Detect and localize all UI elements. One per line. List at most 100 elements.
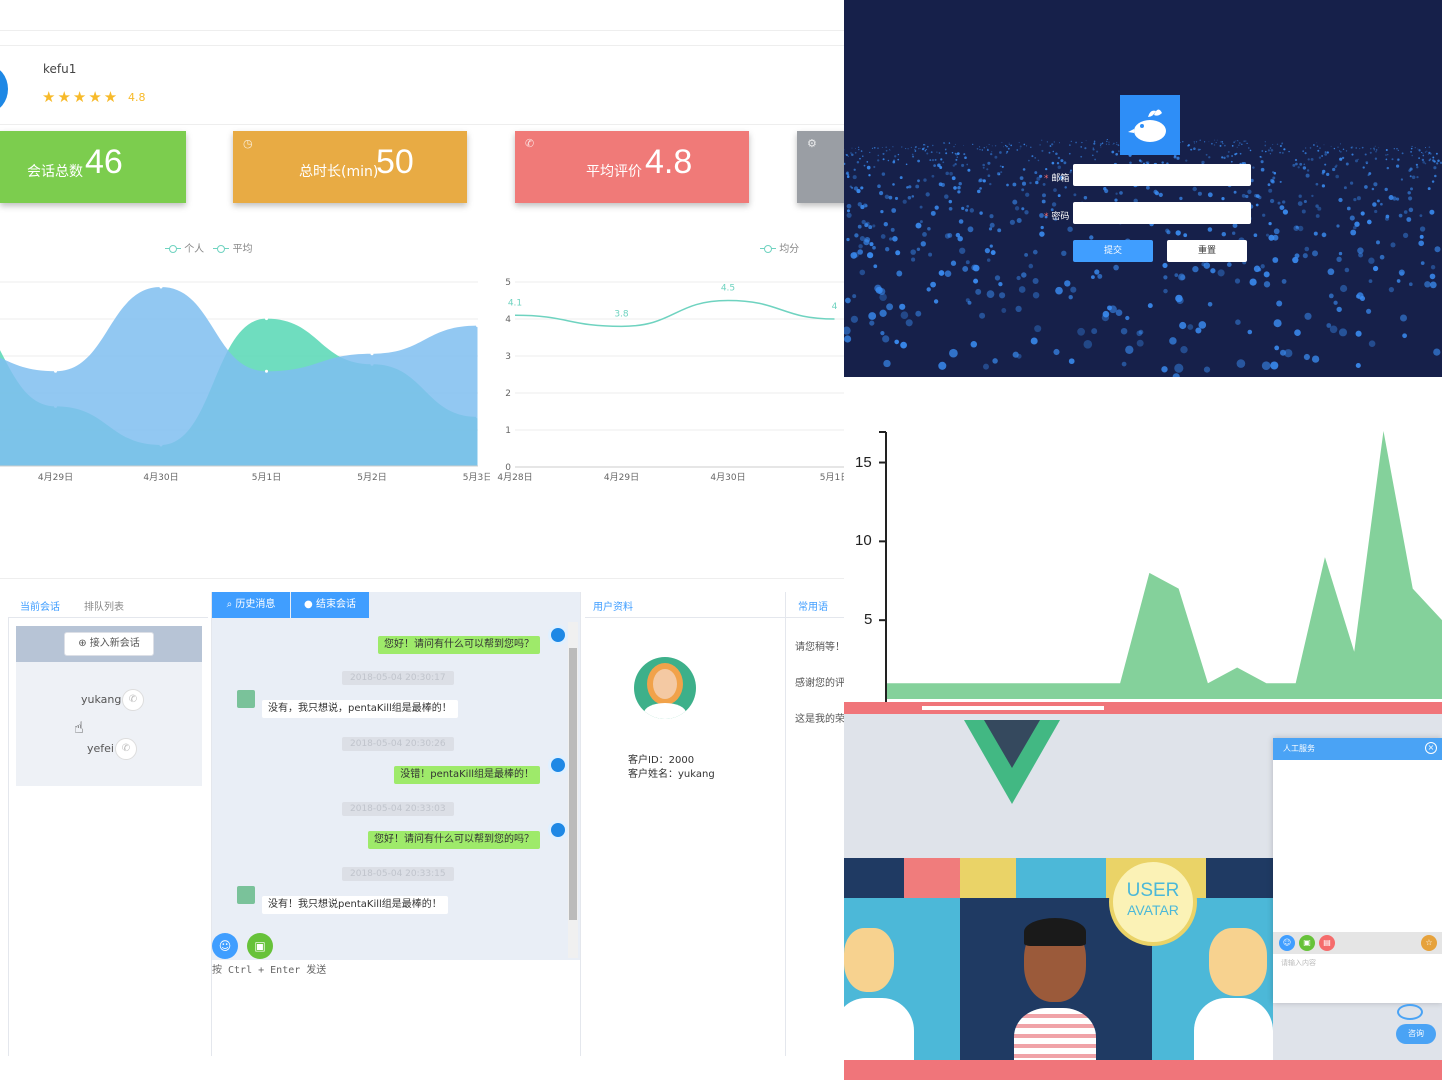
chat-bubble-icon[interactable]	[1397, 1004, 1423, 1020]
image-button[interactable]: ▣	[247, 933, 273, 959]
tab-queue[interactable]: 排队列表	[84, 598, 124, 613]
particle	[1267, 149, 1270, 152]
tab-user-info[interactable]: 用户资料	[593, 598, 633, 613]
message-input[interactable]: 请输入内容	[1281, 958, 1316, 968]
particle	[1220, 141, 1222, 143]
particle	[1333, 300, 1338, 305]
particle	[883, 222, 888, 227]
particle	[1316, 142, 1318, 144]
particle	[1353, 197, 1357, 202]
particle	[892, 183, 895, 186]
particle	[1421, 158, 1425, 162]
particle	[926, 287, 931, 292]
user-info-tabs: 用户资料	[585, 592, 785, 618]
particle	[1337, 146, 1339, 148]
plus-circle-icon: ⊕	[78, 638, 87, 649]
tab-faq[interactable]: 常用语	[798, 598, 828, 613]
scrollbar-thumb[interactable]	[569, 648, 577, 920]
particle	[1272, 176, 1276, 180]
particle	[877, 184, 881, 188]
faq-item[interactable]: 这是我的荣	[795, 710, 844, 725]
particle	[1306, 169, 1310, 172]
customer-service-window: 人工服务 × ☺ ▣ ▤ ☆ 请输入内容	[1273, 738, 1442, 1003]
agent-avatar	[548, 625, 568, 645]
particle	[1016, 218, 1022, 223]
tab-current-sessions[interactable]: 当前会话	[20, 598, 60, 613]
particle	[1414, 147, 1416, 149]
particle	[988, 144, 990, 146]
particle	[975, 288, 982, 295]
faq-item[interactable]: 感谢您的评	[795, 674, 844, 689]
particle	[1276, 143, 1279, 146]
particle	[1374, 145, 1376, 147]
image-button[interactable]: ▣	[1299, 935, 1315, 951]
particle	[1055, 152, 1058, 156]
particle	[1433, 160, 1436, 163]
particle	[1373, 149, 1375, 151]
particle	[896, 270, 903, 277]
particle	[938, 361, 947, 370]
particle	[1015, 305, 1022, 313]
particle	[1125, 345, 1134, 354]
particle	[1190, 148, 1192, 151]
visitor-name[interactable]: yukang	[81, 693, 121, 706]
particle	[851, 147, 853, 149]
customer-avatar	[634, 657, 696, 719]
color-block	[960, 858, 1016, 898]
history-button[interactable]: ⌕ 历史消息	[212, 592, 290, 618]
password-field[interactable]	[1073, 202, 1251, 224]
file-button[interactable]: ▤	[1319, 935, 1335, 951]
particle	[1034, 157, 1037, 159]
rate-button[interactable]: ☆	[1421, 935, 1437, 951]
particle	[888, 148, 891, 151]
green-area-chart	[879, 431, 1442, 702]
particle	[1064, 280, 1071, 287]
x-tick-label: 4月28日	[497, 472, 532, 483]
faq-item[interactable]: 请您稍等！	[795, 638, 844, 653]
close-icon[interactable]: ×	[1425, 742, 1437, 754]
new-session-button[interactable]: ⊕ 接入新会话	[64, 632, 154, 656]
particle	[923, 178, 927, 182]
end-session-button[interactable]: ● 结束会话	[291, 592, 369, 618]
particle	[882, 158, 885, 161]
particle	[926, 145, 929, 148]
submit-button[interactable]: 提交	[1073, 240, 1153, 262]
emoji-button[interactable]: ☺	[1279, 935, 1295, 951]
particle	[1125, 315, 1130, 321]
particle	[1012, 182, 1017, 187]
particle	[1336, 256, 1342, 262]
particle	[1030, 146, 1032, 149]
particle	[1317, 149, 1320, 152]
particle	[852, 175, 857, 180]
particle	[958, 219, 964, 224]
particle	[1236, 139, 1238, 141]
particle	[1252, 166, 1255, 169]
consult-button[interactable]: 咨询	[1396, 1024, 1436, 1044]
phone-icon[interactable]: ✆	[122, 689, 144, 711]
particle	[1068, 295, 1073, 300]
particle	[1388, 286, 1395, 293]
agent-profile: kefu1 ★★★★★ 4.8	[0, 45, 844, 125]
email-field[interactable]	[1073, 164, 1251, 186]
particle	[1001, 165, 1004, 168]
particle	[1101, 313, 1110, 322]
scrollbar[interactable]	[568, 622, 578, 958]
visitor-name[interactable]: yefei	[87, 742, 114, 755]
reset-button[interactable]: 重置	[1167, 240, 1247, 262]
particle	[1430, 264, 1436, 270]
emoji-button[interactable]: ☺	[212, 933, 238, 959]
hand-cursor-icon: ☝	[74, 718, 84, 737]
particle	[1249, 278, 1257, 286]
particle	[1185, 159, 1188, 162]
particle	[1041, 139, 1043, 141]
particle	[1105, 143, 1107, 145]
x-tick-label: 4月29日	[604, 472, 639, 483]
particle	[1303, 163, 1306, 166]
message-timestamp: 2018-05-04 20:33:03	[342, 802, 454, 816]
particle	[1090, 275, 1095, 280]
particle	[1395, 164, 1400, 168]
legend-item: 平均	[232, 244, 253, 255]
particle	[1268, 221, 1272, 226]
phone-icon[interactable]: ✆	[115, 738, 137, 760]
particle	[955, 158, 958, 161]
